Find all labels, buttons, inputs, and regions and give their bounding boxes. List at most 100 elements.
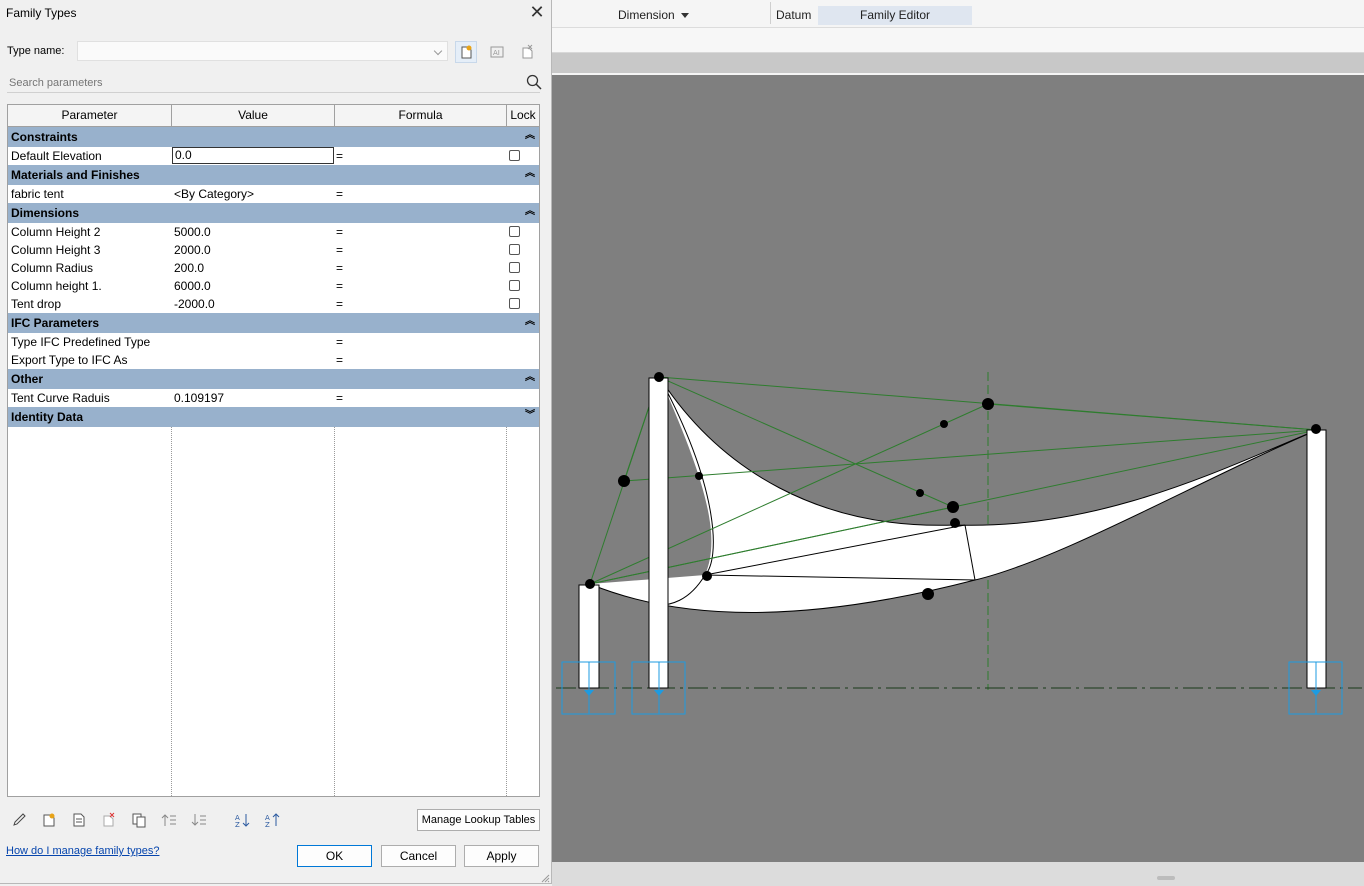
parameter-row[interactable]: Export Type to IFC As = <box>8 351 539 370</box>
ok-button[interactable]: OK <box>297 845 372 867</box>
parameter-row[interactable]: Tent Curve Raduis 0.109197 = <box>8 389 539 408</box>
drawing-canvas[interactable] <box>552 75 1364 862</box>
parameter-row[interactable]: Default Elevation 0.0 = <box>8 147 539 166</box>
datum-panel-label[interactable]: Datum <box>776 8 811 22</box>
sort-descending-icon: AZ <box>265 813 280 828</box>
parameter-formula[interactable]: = <box>336 241 506 259</box>
parameter-formula[interactable]: = <box>336 333 506 351</box>
apply-button[interactable]: Apply <box>464 845 539 867</box>
parameter-row[interactable]: Column Height 2 5000.0 = <box>8 223 539 242</box>
parameter-formula[interactable]: = <box>336 277 506 295</box>
close-icon[interactable]: ✕ <box>527 3 547 23</box>
parameter-value[interactable]: 200.0 <box>174 259 334 277</box>
parameter-formula[interactable]: = <box>336 389 506 407</box>
group-header[interactable]: Other ︽ <box>8 369 539 389</box>
grid-header: Parameter Value Formula Lock <box>8 105 539 127</box>
parameter-value[interactable]: 6000.0 <box>174 277 334 295</box>
group-header[interactable]: Constraints ︽ <box>8 127 539 147</box>
lock-checkbox[interactable] <box>509 280 520 291</box>
parameter-value[interactable]: 2000.0 <box>174 241 334 259</box>
new-type-button[interactable] <box>455 41 477 63</box>
move-up-icon <box>161 814 176 826</box>
column-2[interactable] <box>1306 429 1327 689</box>
group-label: Other <box>11 372 44 386</box>
collapse-chevron-icon[interactable]: ︽ <box>525 207 535 217</box>
parameter-row[interactable]: Column height 1. 6000.0 = <box>8 277 539 296</box>
group-label: Identity Data <box>11 410 84 424</box>
move-down-button[interactable] <box>189 810 209 830</box>
collapse-chevron-icon[interactable]: ︽ <box>525 131 535 141</box>
column-1[interactable] <box>648 377 669 689</box>
dimension-menu[interactable]: Dimension <box>618 8 689 22</box>
parameter-formula[interactable]: = <box>336 351 506 369</box>
parameter-value[interactable]: 0.109197 <box>174 389 334 407</box>
new-parameter-button[interactable] <box>39 810 59 830</box>
group-header[interactable]: IFC Parameters ︽ <box>8 313 539 333</box>
parameter-row[interactable]: Column Height 3 2000.0 = <box>8 241 539 260</box>
lock-checkbox[interactable] <box>509 150 520 161</box>
manage-lookup-tables-button[interactable]: Manage Lookup Tables <box>417 809 540 831</box>
family-editor-tab[interactable]: Family Editor <box>818 6 972 25</box>
parameter-formula[interactable]: = <box>336 259 506 277</box>
parameter-formula[interactable]: = <box>336 295 506 313</box>
parameter-name: Type IFC Predefined Type <box>11 335 151 349</box>
copy-parameter-button[interactable] <box>129 810 149 830</box>
parameter-formula[interactable]: = <box>336 147 506 165</box>
search-icon[interactable] <box>526 74 542 90</box>
dropdown-arrow-icon <box>680 13 689 19</box>
delete-parameter-button[interactable] <box>99 810 119 830</box>
status-grip[interactable] <box>1157 876 1175 880</box>
search-input[interactable] <box>9 75 509 91</box>
parameter-value[interactable]: <By Category> <box>174 185 334 203</box>
collapse-chevron-icon[interactable]: ︽ <box>525 169 535 179</box>
group-header[interactable]: Identity Data ︾ <box>8 407 539 427</box>
parameter-value[interactable] <box>174 333 334 351</box>
svg-text:Z: Z <box>265 821 270 828</box>
sort-ascending-icon: AZ <box>235 814 250 828</box>
parameter-name: Column Radius <box>11 261 94 275</box>
shared-parameter-icon <box>73 813 85 827</box>
type-name-label: Type name: <box>7 45 65 57</box>
col-lock[interactable]: Lock <box>507 105 539 126</box>
parameter-row[interactable]: Column Radius 200.0 = <box>8 259 539 278</box>
rename-type-button[interactable]: AI <box>486 41 508 63</box>
svg-text:AI: AI <box>493 49 500 57</box>
edit-parameter-button[interactable] <box>9 810 29 830</box>
col-value[interactable]: Value <box>172 105 335 126</box>
lock-checkbox[interactable] <box>509 226 520 237</box>
copy-icon <box>132 813 146 828</box>
group-label: IFC Parameters <box>11 316 100 330</box>
type-name-dropdown[interactable] <box>77 41 448 61</box>
lock-checkbox[interactable] <box>509 262 520 273</box>
parameter-name: Tent Curve Raduis <box>11 391 110 405</box>
help-link[interactable]: How do I manage family types? <box>6 845 159 857</box>
sort-descending-button[interactable]: AZ <box>262 810 282 830</box>
group-header[interactable]: Dimensions ︽ <box>8 203 539 223</box>
move-up-button[interactable] <box>159 810 179 830</box>
parameter-value[interactable] <box>174 351 334 369</box>
lock-checkbox[interactable] <box>509 298 520 309</box>
expand-chevron-icon[interactable]: ︾ <box>525 411 535 421</box>
group-header[interactable]: Materials and Finishes ︽ <box>8 165 539 185</box>
parameter-formula[interactable]: = <box>336 223 506 241</box>
sort-ascending-button[interactable]: AZ <box>232 810 252 830</box>
collapse-chevron-icon[interactable]: ︽ <box>525 317 535 327</box>
parameter-name: Column Height 2 <box>11 225 101 239</box>
collapse-chevron-icon[interactable]: ︽ <box>525 373 535 383</box>
resize-grip-icon[interactable] <box>541 874 550 883</box>
search-field <box>7 73 542 93</box>
parameter-row[interactable]: fabric tent <By Category> = <box>8 185 539 204</box>
delete-type-button[interactable] <box>516 41 538 63</box>
family-types-dialog: Family Types ✕ Type name: AI Parameter V… <box>0 0 552 884</box>
lock-checkbox[interactable] <box>509 244 520 255</box>
shared-parameter-button[interactable] <box>69 810 89 830</box>
col-formula[interactable]: Formula <box>335 105 507 126</box>
parameter-value[interactable]: -2000.0 <box>174 295 334 313</box>
parameter-value[interactable]: 5000.0 <box>174 223 334 241</box>
parameter-value-input[interactable]: 0.0 <box>172 147 334 164</box>
cancel-button[interactable]: Cancel <box>381 845 456 867</box>
parameter-formula[interactable]: = <box>336 185 506 203</box>
col-parameter[interactable]: Parameter <box>8 105 172 126</box>
parameter-row[interactable]: Tent drop -2000.0 = <box>8 295 539 314</box>
parameter-row[interactable]: Type IFC Predefined Type = <box>8 333 539 352</box>
